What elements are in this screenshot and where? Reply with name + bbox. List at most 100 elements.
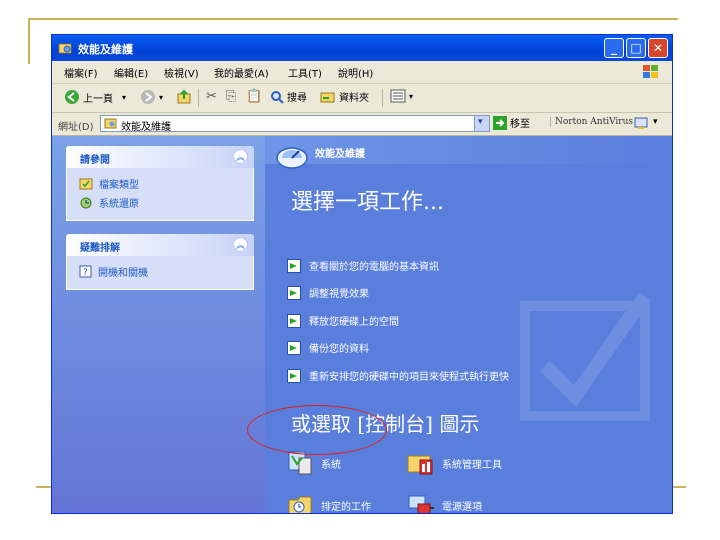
menu-view[interactable]: 檢視(V) (164, 65, 199, 80)
chevron-down-icon: ▾ (159, 92, 164, 102)
go-button[interactable]: 移至 (493, 115, 530, 130)
folders-icon (320, 92, 335, 102)
search-button[interactable]: 搜尋 (270, 89, 307, 104)
collapse-chevron-icon[interactable]: ︽ (233, 237, 248, 252)
file-types-icon (79, 178, 93, 190)
task-arrow-icon (287, 258, 301, 273)
address-label: 網址(D) (58, 122, 94, 133)
address-bar: 網址(D) 效能及維護 ▾ 移至 Norton AntiVirus ▾ (52, 113, 672, 136)
sidebar-item-label: 檔案類型 (99, 180, 139, 191)
task-link-visual-effects[interactable]: 調整視覺效果 (287, 285, 369, 300)
forward-arrow-icon (141, 90, 155, 104)
troubleshoot-panel: 疑難排解 ︽ ? 開機和關機 (66, 234, 254, 290)
control-panel-power-options[interactable]: 電源選項 (406, 492, 482, 513)
task-arrow-icon (287, 285, 301, 300)
folder-settings-icon (58, 43, 72, 54)
sidebar-item-label: 系統還原 (99, 199, 139, 210)
title-bar[interactable]: 效能及維護 _ □ ✕ (52, 35, 672, 61)
back-arrow-icon (65, 90, 79, 104)
control-panel-scheduled-tasks[interactable]: 排定的工作 (287, 492, 371, 513)
toolbar-separator (198, 89, 199, 107)
troubleshoot-panel-header[interactable]: 疑難排解 ︽ (66, 234, 254, 256)
task-link-backup[interactable]: 備份您的資料 (287, 340, 369, 355)
search-icon (271, 90, 284, 104)
task-label: 重新安排您的硬碟中的項目來使程式執行更快 (309, 372, 509, 383)
control-panel-label: 系統管理工具 (442, 459, 502, 471)
menu-file[interactable]: 檔案(F) (64, 65, 98, 80)
search-label: 搜尋 (287, 93, 307, 104)
scissors-icon: ✂ (206, 89, 217, 104)
svg-text:?: ? (83, 268, 88, 278)
task-link-defragment[interactable]: 重新安排您的硬碟中的項目來使程式執行更快 (287, 368, 509, 383)
close-button[interactable]: ✕ (648, 38, 668, 58)
main-content: 效能及維護 選擇一項工作... 查看關於您的電腦的基本資訊 調整視覺效果 釋放您… (265, 136, 672, 513)
minimize-button[interactable]: _ (604, 38, 624, 58)
watermark-graphic (520, 291, 651, 421)
highlight-annotation-ellipse (247, 405, 387, 455)
scheduled-tasks-icon (288, 496, 312, 513)
menu-bar: 檔案(F) 編輯(E) 檢視(V) 我的最愛(A) 工具(T) 說明(H) (52, 61, 672, 84)
address-input[interactable]: 效能及維護 ▾ (100, 115, 490, 133)
help-icon: ? (79, 265, 92, 278)
paste-icon: 📋 (246, 89, 263, 104)
explorer-window: 效能及維護 _ □ ✕ 檔案(F) 編輯(E) 檢視(V) 我的最愛(A) 工具… (52, 35, 672, 513)
chevron-down-icon: ▾ (478, 117, 483, 127)
toolbar-separator (382, 89, 383, 107)
maximize-icon: □ (630, 41, 642, 55)
task-link-basic-info[interactable]: 查看關於您的電腦的基本資訊 (287, 258, 439, 273)
sidebar-link-file-types[interactable]: 檔案類型 (67, 174, 253, 193)
views-icon (390, 89, 406, 103)
task-arrow-icon (287, 340, 301, 355)
go-label: 移至 (510, 119, 530, 130)
norton-antivirus-toolbar[interactable]: Norton AntiVirus (550, 117, 633, 127)
minimize-icon: _ (611, 41, 617, 55)
chevron-down-icon: ▾ (409, 91, 414, 101)
chevron-down-icon: ▾ (122, 92, 127, 102)
troubleshoot-panel-body: ? 開機和關機 (66, 256, 254, 290)
menu-edit[interactable]: 編輯(E) (114, 65, 148, 80)
menu-help[interactable]: 說明(H) (338, 65, 373, 80)
sidebar-link-startup-shutdown[interactable]: ? 開機和關機 (67, 262, 253, 281)
views-button[interactable]: ▾ (390, 89, 413, 103)
address-value: 效能及維護 (121, 122, 171, 133)
address-dropdown-button[interactable]: ▾ (474, 116, 489, 131)
collapse-chevron-icon[interactable]: ︽ (233, 149, 248, 164)
task-arrow-icon (287, 313, 301, 328)
admin-tools-icon (407, 455, 433, 475)
slide-decoration-line-left (28, 18, 30, 64)
sidebar-item-label: 開機和關機 (98, 268, 148, 279)
forward-button[interactable]: ▾ (140, 89, 163, 105)
menu-favorites[interactable]: 我的最愛(A) (214, 65, 269, 80)
slide-decoration-line-bottom-right (672, 486, 686, 488)
sidebar-link-system-restore[interactable]: 系統還原 (67, 193, 253, 212)
slide-decoration-line-top (28, 18, 678, 20)
windows-logo-icon (643, 65, 658, 78)
chevron-down-icon[interactable]: ▾ (653, 117, 658, 127)
norton-icon[interactable] (634, 117, 648, 130)
copy-icon: ⎘ (226, 89, 237, 104)
task-label: 查看關於您的電腦的基本資訊 (309, 262, 439, 273)
back-label: 上一頁 (83, 93, 113, 105)
up-folder-icon (177, 89, 191, 104)
folders-button[interactable]: 資料夾 (320, 89, 369, 104)
up-folder-button[interactable] (176, 89, 192, 105)
see-also-panel-header[interactable]: 請參閱 ︽ (66, 146, 254, 168)
power-options-icon (408, 495, 434, 513)
folder-settings-icon (104, 118, 117, 129)
go-arrow-icon (493, 115, 507, 130)
task-label: 釋放您硬碟上的空間 (309, 317, 399, 328)
window-title: 效能及維護 (78, 43, 133, 56)
pick-task-heading: 選擇一項工作... (291, 190, 444, 215)
control-panel-label: 電源選項 (442, 501, 482, 513)
paste-button[interactable]: 📋 (246, 89, 262, 104)
task-label: 備份您的資料 (309, 344, 369, 355)
task-link-free-disk-space[interactable]: 釋放您硬碟上的空間 (287, 313, 399, 328)
maximize-button[interactable]: □ (626, 38, 646, 58)
control-panel-admin-tools[interactable]: 系統管理工具 (406, 450, 502, 476)
main-header: 效能及維護 (265, 136, 672, 169)
menu-tools[interactable]: 工具(T) (288, 65, 322, 80)
cut-button[interactable]: ✂ (206, 89, 217, 104)
back-button[interactable]: 上一頁 ▾ (64, 89, 126, 105)
task-label: 調整視覺效果 (309, 289, 369, 300)
copy-button[interactable]: ⎘ (226, 89, 236, 104)
